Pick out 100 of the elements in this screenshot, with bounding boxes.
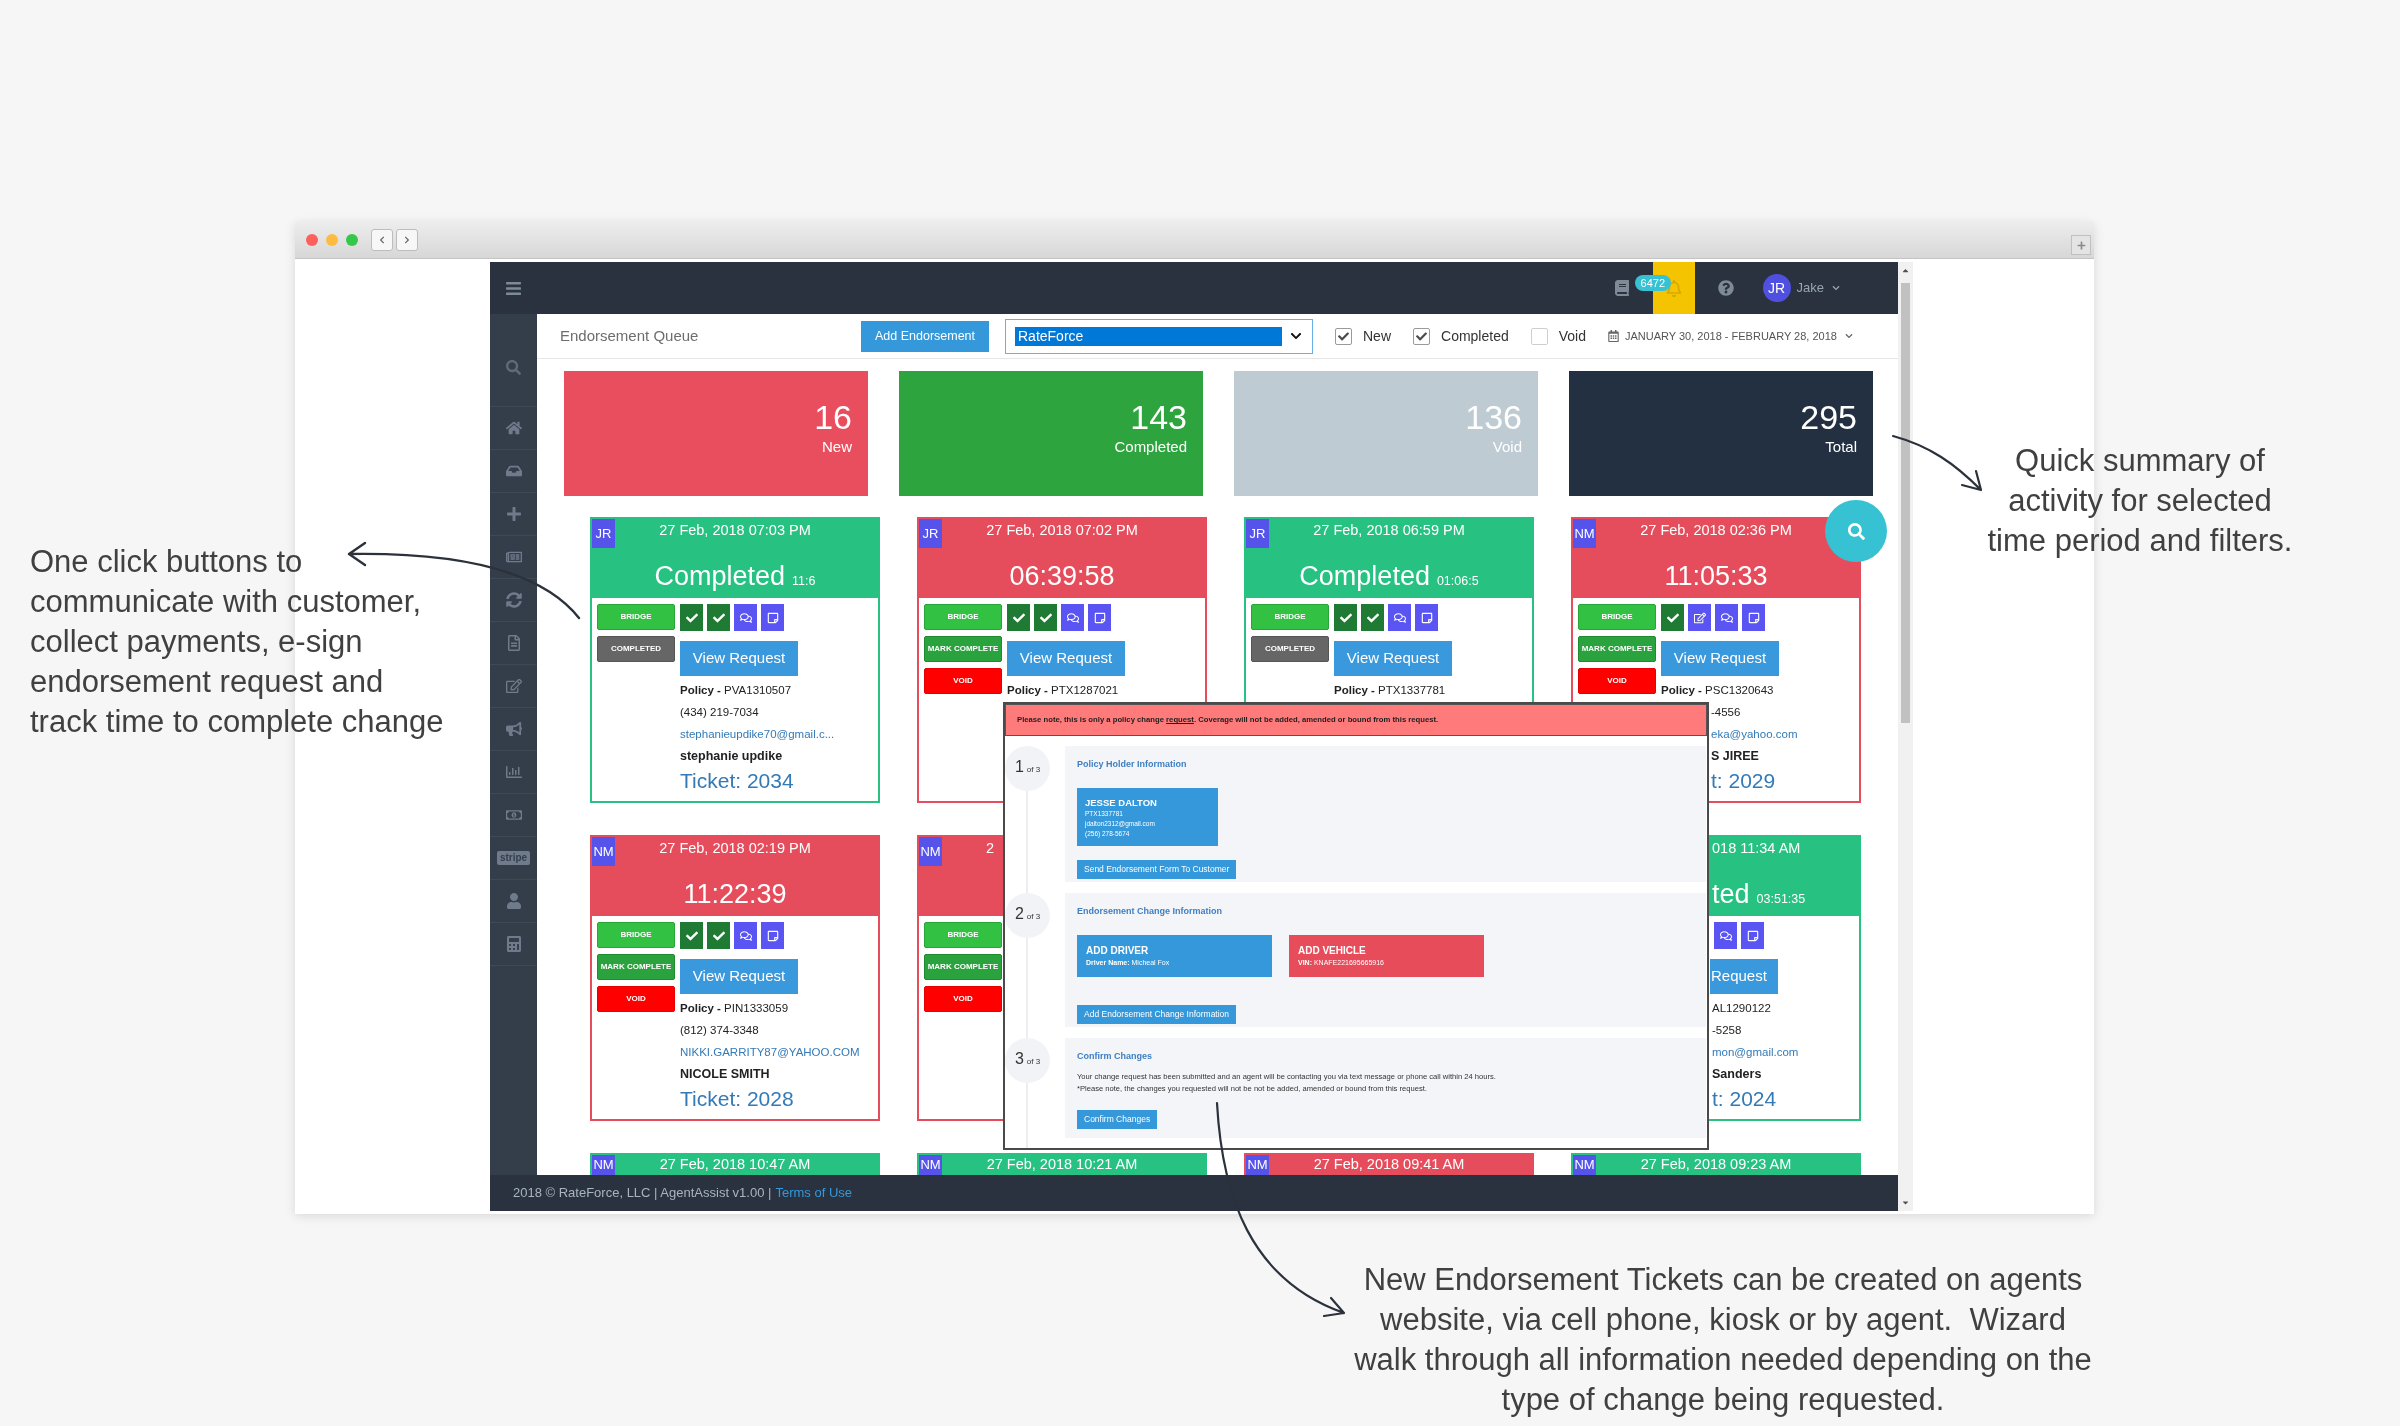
date-range-picker[interactable]: JANUARY 30, 2018 - FEBRUARY 28, 2018	[1607, 327, 1853, 345]
note-icon[interactable]	[1415, 604, 1438, 631]
check-icon[interactable]	[1007, 604, 1030, 631]
edit-icon[interactable]	[1688, 604, 1711, 631]
view-request-button[interactable]: View Request	[1661, 641, 1779, 676]
checkbox[interactable]	[1335, 327, 1352, 345]
check-icon[interactable]	[1661, 604, 1684, 631]
newspaper-icon[interactable]	[505, 549, 522, 565]
summary-label: Void	[1492, 437, 1522, 457]
forward-button[interactable]	[396, 229, 418, 251]
caret-down-icon[interactable]	[1901, 1198, 1910, 1207]
customer-name: S JIREE	[1711, 748, 1759, 765]
note-icon[interactable]	[1088, 604, 1111, 631]
user-icon[interactable]	[505, 893, 522, 909]
chat-icon[interactable]	[1714, 922, 1737, 949]
email-link[interactable]: eka@yahoo.com	[1711, 723, 1798, 745]
caret-icon[interactable]	[1832, 284, 1840, 292]
checkbox[interactable]	[1530, 327, 1548, 345]
action-button[interactable]: VOID	[1578, 668, 1656, 694]
action-button[interactable]: BRIDGE	[924, 922, 1002, 948]
edit-icon[interactable]	[505, 678, 522, 694]
view-request-button[interactable]: View Request	[680, 959, 798, 994]
check-icon[interactable]	[1361, 604, 1384, 631]
step-button[interactable]: Confirm Changes	[1077, 1109, 1158, 1129]
user-name[interactable]: Jake	[1796, 278, 1824, 298]
scrollbar-thumb[interactable]	[1901, 283, 1910, 723]
footer-text: 2018 © RateForce, LLC | AgentAssist v1.00 |	[513, 1184, 772, 1203]
back-button[interactable]	[371, 229, 393, 251]
step-button[interactable]: Send Endorsement Form To Customer	[1077, 859, 1237, 879]
refresh-icon[interactable]	[505, 592, 522, 608]
megaphone-icon[interactable]	[505, 721, 522, 737]
action-button[interactable]: BRIDGE	[1251, 604, 1329, 630]
bar-chart-icon[interactable]	[505, 764, 522, 780]
action-button[interactable]: VOID	[924, 668, 1002, 694]
terms-link[interactable]: Terms of Use	[775, 1183, 852, 1203]
ticket-date: 018 11:34 AM	[1712, 839, 1801, 858]
check-icon[interactable]	[707, 604, 730, 631]
action-button[interactable]: MARK COMPLETE	[597, 954, 675, 980]
action-button[interactable]: BRIDGE	[1578, 604, 1656, 630]
email-link[interactable]: stephanieupdike70@gmail.c...	[680, 723, 835, 745]
email-link[interactable]: NIKKI.GARRITY87@YAHOO.COM	[680, 1041, 860, 1063]
note-icon[interactable]	[1741, 922, 1764, 949]
view-request-button[interactable]: View Request	[1334, 641, 1452, 676]
email-link[interactable]: mon@gmail.com	[1712, 1041, 1799, 1063]
view-request-button[interactable]: View Request	[1007, 641, 1125, 676]
view-request-button[interactable]: Request	[1710, 959, 1778, 994]
ticket-link[interactable]: t: 2029	[1711, 767, 1776, 795]
contact-name: JESSE DALTON	[1085, 797, 1157, 809]
action-button[interactable]: COMPLETED	[597, 636, 675, 662]
plus-icon[interactable]	[505, 506, 522, 522]
note-icon[interactable]	[761, 604, 784, 631]
action-button[interactable]: MARK COMPLETE	[924, 954, 1002, 980]
inbox-icon[interactable]	[505, 463, 522, 479]
user-avatar[interactable]: JR	[1762, 274, 1791, 302]
window-control-icon[interactable]	[306, 234, 318, 246]
check-icon[interactable]	[680, 922, 703, 949]
action-button[interactable]: MARK COMPLETE	[924, 636, 1002, 662]
summary-label: Total	[1825, 437, 1857, 457]
check-icon[interactable]	[1334, 604, 1357, 631]
ticket-link[interactable]: Ticket: 2034	[680, 767, 794, 795]
chat-icon[interactable]	[1388, 604, 1411, 631]
note-icon[interactable]	[761, 922, 784, 949]
home-icon[interactable]	[505, 420, 522, 436]
ticket-link[interactable]: Ticket: 2028	[680, 1085, 794, 1113]
new-tab-button[interactable]	[2071, 235, 2091, 255]
step-button[interactable]: Add Endorsement Change Information	[1077, 1004, 1237, 1024]
agency-select[interactable]: RateForce	[1005, 318, 1313, 354]
chat-icon[interactable]	[734, 604, 757, 631]
logo-tag[interactable]: stripe	[496, 851, 531, 865]
check-icon[interactable]	[707, 922, 730, 949]
view-request-button[interactable]: View Request	[680, 641, 798, 676]
action-button[interactable]: MARK COMPLETE	[1578, 636, 1656, 662]
action-button[interactable]: BRIDGE	[924, 604, 1002, 630]
checkbox[interactable]	[1413, 327, 1430, 345]
help-icon[interactable]	[1717, 280, 1734, 296]
action-button[interactable]: BRIDGE	[597, 922, 675, 948]
check-icon[interactable]	[1034, 604, 1057, 631]
phone-number: (434) 219-7034	[680, 705, 759, 720]
book-icon[interactable]	[1614, 280, 1629, 296]
document-icon[interactable]	[505, 635, 522, 651]
scrollbar[interactable]	[1898, 262, 1913, 1211]
banknote-icon[interactable]	[505, 807, 522, 823]
action-button[interactable]: VOID	[924, 986, 1002, 1012]
action-button[interactable]: VOID	[597, 986, 675, 1012]
step-title: Endorsement Change Information	[1077, 905, 1222, 918]
action-button[interactable]: BRIDGE	[597, 604, 675, 630]
calculator-icon[interactable]	[505, 936, 522, 952]
action-button[interactable]: COMPLETED	[1251, 636, 1329, 662]
menu-icon[interactable]	[504, 279, 523, 297]
agent-badge: NM	[592, 1155, 615, 1175]
caret-up-icon[interactable]	[1901, 266, 1910, 275]
chat-icon[interactable]	[1061, 604, 1084, 631]
add-endorsement-button[interactable]: Add Endorsement	[861, 320, 989, 352]
note-icon[interactable]	[1742, 604, 1765, 631]
chat-icon[interactable]	[734, 922, 757, 949]
ticket-link[interactable]: t: 2024	[1712, 1085, 1777, 1113]
step-total: of 3	[1026, 911, 1041, 923]
agent-badge: JR	[592, 519, 615, 548]
check-icon[interactable]	[680, 604, 703, 631]
chat-icon[interactable]	[1715, 604, 1738, 631]
